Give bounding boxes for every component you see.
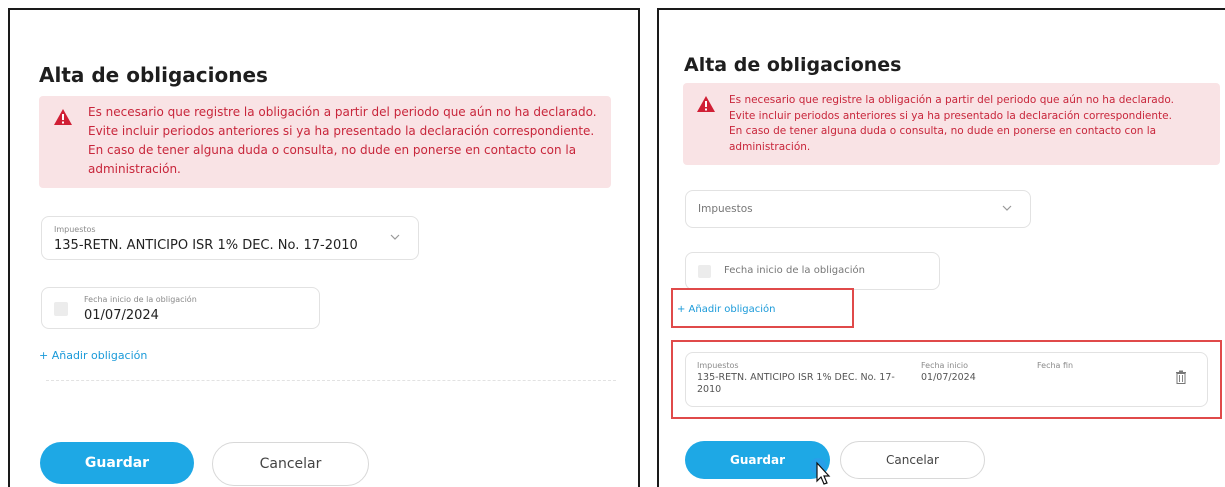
obligation-row: Impuestos 135-RETN. ANTICIPO ISR 1% DEC.… (685, 352, 1208, 407)
alert-line: administración. (88, 162, 181, 176)
cancel-button[interactable]: Cancelar (212, 442, 369, 486)
alert-line: Es necesario que registre la obligación … (729, 94, 1174, 106)
row-start-label: Fecha inicio (921, 361, 969, 370)
warning-alert: Es necesario que registre la obligación … (39, 96, 611, 188)
row-start-value: 01/07/2024 (921, 372, 976, 383)
start-date-field[interactable]: Fecha inicio de la obligación 01/07/2024 (41, 287, 320, 329)
tax-select[interactable]: Impuestos 135-RETN. ANTICIPO ISR 1% DEC.… (41, 216, 419, 260)
left-dialog: Alta de obligaciones Es necesario que re… (8, 8, 640, 487)
chevron-down-icon (390, 234, 400, 240)
row-tax-value-line: 2010 (697, 384, 722, 395)
warning-alert: Es necesario que registre la obligación … (683, 83, 1220, 165)
row-tax-label: Impuestos (697, 361, 739, 370)
divider (46, 380, 616, 381)
cursor-icon (810, 458, 831, 485)
cancel-button[interactable]: Cancelar (840, 441, 985, 479)
row-tax-value-line: 135-RETN. ANTICIPO ISR 1% DEC. No. 17- (697, 372, 895, 383)
alert-line: En caso de tener alguna duda o consulta,… (88, 143, 577, 157)
start-date-field[interactable]: Fecha inicio de la obligación (685, 252, 940, 290)
chevron-down-icon (1002, 205, 1012, 211)
add-obligation-highlight: + Añadir obligación (671, 288, 854, 328)
alert-line: En caso de tener alguna duda o consulta,… (729, 125, 1157, 137)
start-date-label: Fecha inicio de la obligación (84, 295, 197, 304)
start-date-value: 01/07/2024 (84, 308, 159, 323)
start-date-placeholder: Fecha inicio de la obligación (724, 265, 865, 276)
dialog-title: Alta de obligaciones (684, 54, 902, 76)
alert-line: Evite incluir periodos anteriores si ya … (729, 109, 1172, 122)
obligations-list-highlight: Impuestos 135-RETN. ANTICIPO ISR 1% DEC.… (671, 340, 1222, 419)
trash-icon[interactable] (1175, 370, 1187, 384)
alert-line: Evite incluir periodos anteriores si ya … (88, 124, 595, 138)
alert-line: Es necesario que registre la obligación … (88, 105, 597, 119)
calendar-icon (698, 265, 711, 278)
tax-select-placeholder: Impuestos (698, 203, 753, 215)
right-dialog: Alta de obligaciones Es necesario que re… (657, 8, 1225, 487)
warning-icon (697, 96, 715, 112)
warning-icon (54, 109, 72, 125)
row-tax-value: 135-RETN. ANTICIPO ISR 1% DEC. No. 17- 2… (697, 372, 895, 396)
tax-select[interactable]: Impuestos (685, 190, 1031, 228)
alert-line: administración. (729, 140, 811, 153)
calendar-icon (54, 302, 68, 316)
row-end-label: Fecha fin (1037, 361, 1074, 370)
add-obligation-link[interactable]: + Añadir obligación (677, 304, 776, 315)
add-obligation-link[interactable]: + Añadir obligación (39, 349, 147, 362)
tax-select-value: 135-RETN. ANTICIPO ISR 1% DEC. No. 17-20… (54, 238, 358, 253)
save-button[interactable]: Guardar (40, 442, 194, 484)
tax-select-label: Impuestos (54, 225, 96, 234)
dialog-title: Alta de obligaciones (39, 63, 268, 87)
